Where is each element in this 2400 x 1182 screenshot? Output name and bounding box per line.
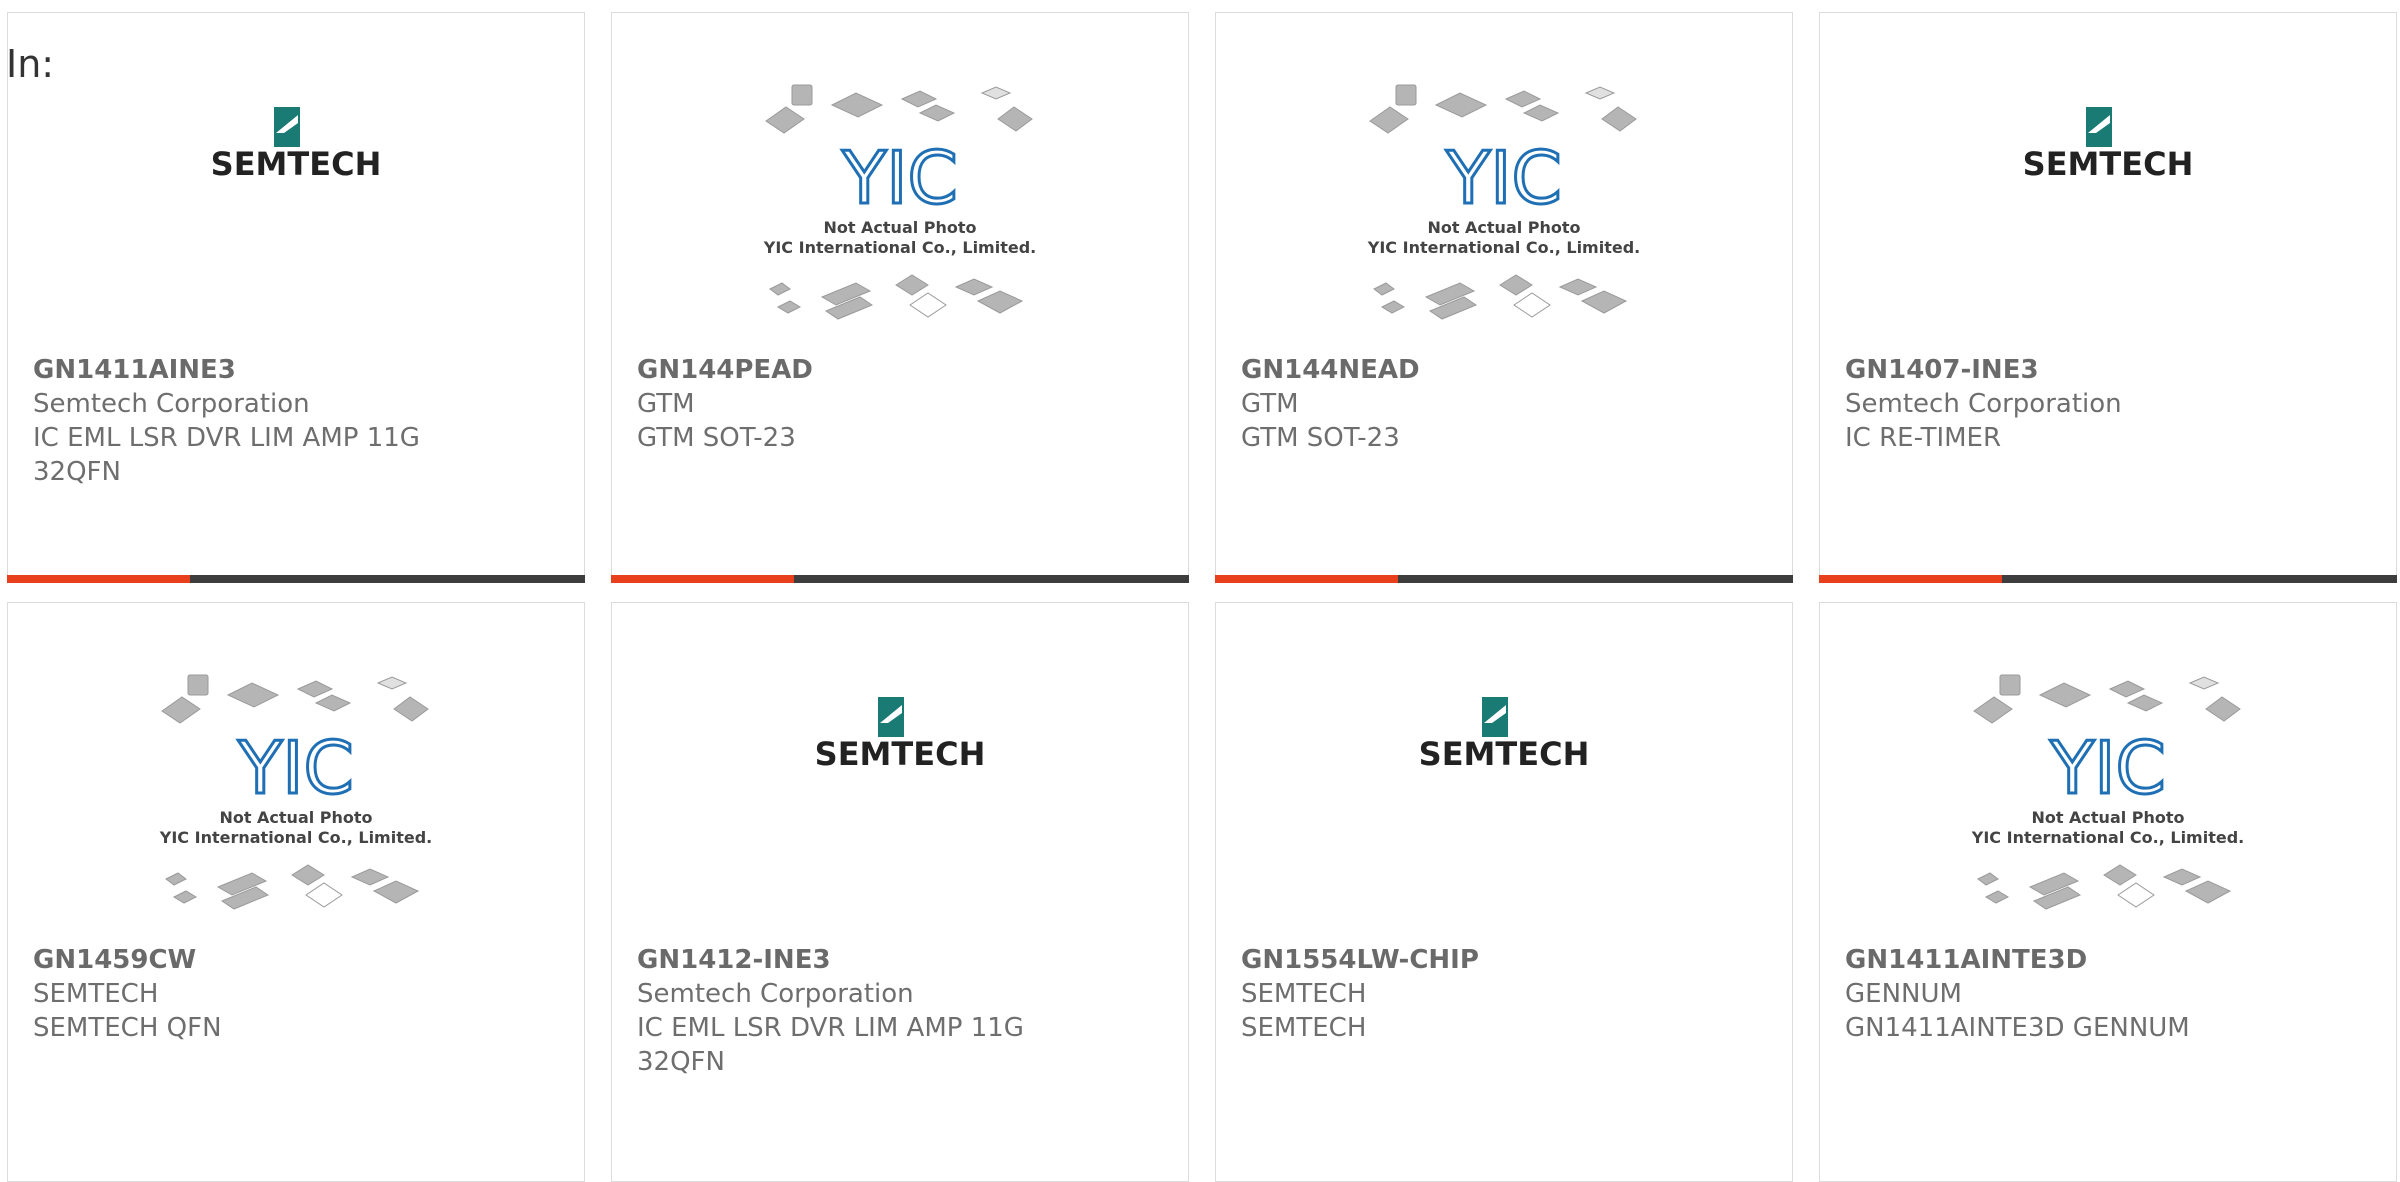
- semtech-logo-text: SEMTECH: [2023, 145, 2194, 183]
- product-image[interactable]: SEMTECH: [1216, 673, 1792, 943]
- card-bar-accent: [1215, 575, 1398, 583]
- part-number[interactable]: GN1411AINTE3D: [1845, 943, 2376, 977]
- yic-line1: Not Actual Photo: [2031, 808, 2184, 827]
- description: GN1411AINTE3D GENNUM: [1845, 1013, 2190, 1043]
- yic-mark-text: YIC: [237, 726, 354, 810]
- yic-placeholder-icon: YIC Not Actual Photo YIC International C…: [763, 84, 1036, 320]
- yic-line2: YIC International Co., Limited.: [763, 238, 1036, 257]
- card-bottom-bar: [7, 575, 585, 583]
- description: IC RE-TIMER: [1845, 423, 2002, 453]
- yic-line1: Not Actual Photo: [219, 808, 372, 827]
- product-info: GN1407-INE3 Semtech Corporation IC RE-TI…: [1845, 353, 2376, 455]
- semtech-logo-text: SEMTECH: [211, 145, 382, 183]
- manufacturer: GTM: [637, 389, 695, 419]
- yic-mark-text: YIC: [2049, 726, 2166, 810]
- product-image[interactable]: YIC Not Actual Photo YIC International C…: [1820, 673, 2396, 943]
- product-card[interactable]: YIC Not Actual Photo YIC International C…: [1215, 12, 1793, 583]
- product-card[interactable]: SEMTECH GN1554LW-CHIP SEMTECH SEMTECH: [1215, 602, 1793, 1182]
- product-image[interactable]: SEMTECH: [612, 673, 1188, 943]
- part-number[interactable]: GN1412-INE3: [637, 943, 1168, 977]
- semtech-logo-text: SEMTECH: [1419, 735, 1590, 773]
- product-info: GN144PEAD GTM GTM SOT-23: [637, 353, 1168, 455]
- card-bottom-bar: [611, 575, 1189, 583]
- product-card[interactable]: YIC Not Actual Photo YIC International C…: [611, 12, 1189, 583]
- description: SEMTECH QFN: [33, 1013, 222, 1043]
- manufacturer: Semtech Corporation: [637, 979, 914, 1009]
- part-number[interactable]: GN1554LW-CHIP: [1241, 943, 1772, 977]
- part-number[interactable]: GN1411AINE3: [33, 353, 564, 387]
- yic-line2: YIC International Co., Limited.: [1971, 828, 2244, 847]
- manufacturer: SEMTECH: [33, 979, 159, 1009]
- part-number[interactable]: GN1459CW: [33, 943, 564, 977]
- semtech-logo-icon: SEMTECH: [770, 673, 1030, 793]
- semtech-logo-icon: SEMTECH: [1374, 673, 1634, 793]
- semtech-logo-text: SEMTECH: [815, 735, 986, 773]
- filter-in-label: In:: [6, 42, 55, 86]
- yic-line1: Not Actual Photo: [823, 218, 976, 237]
- manufacturer: Semtech Corporation: [1845, 389, 2122, 419]
- yic-mark-text: YIC: [841, 136, 958, 220]
- part-number[interactable]: GN144PEAD: [637, 353, 1168, 387]
- description: GTM SOT-23: [1241, 423, 1400, 453]
- card-bar-accent: [7, 575, 190, 583]
- product-image[interactable]: YIC Not Actual Photo YIC International C…: [612, 83, 1188, 353]
- card-bar-accent: [611, 575, 794, 583]
- product-card[interactable]: SEMTECH GN1407-INE3 Semtech Corporation …: [1819, 12, 2397, 583]
- yic-placeholder-icon: YIC Not Actual Photo YIC International C…: [159, 674, 432, 910]
- yic-line2: YIC International Co., Limited.: [1367, 238, 1640, 257]
- product-info: GN1411AINE3 Semtech Corporation IC EML L…: [33, 353, 564, 489]
- part-number[interactable]: GN1407-INE3: [1845, 353, 2376, 387]
- card-bottom-bar: [1819, 575, 2397, 583]
- manufacturer: GTM: [1241, 389, 1299, 419]
- card-bar-accent: [1819, 575, 2002, 583]
- description: IC EML LSR DVR LIM AMP 11G 32QFN: [637, 1013, 1024, 1077]
- product-image[interactable]: YIC Not Actual Photo YIC International C…: [1216, 83, 1792, 353]
- description: SEMTECH: [1241, 1013, 1367, 1043]
- product-info: GN144NEAD GTM GTM SOT-23: [1241, 353, 1772, 455]
- product-image[interactable]: SEMTECH: [8, 83, 584, 353]
- yic-placeholder-icon: YIC Not Actual Photo YIC International C…: [1367, 84, 1640, 320]
- part-number[interactable]: GN144NEAD: [1241, 353, 1772, 387]
- product-info: GN1554LW-CHIP SEMTECH SEMTECH: [1241, 943, 1772, 1045]
- description: GTM SOT-23: [637, 423, 796, 453]
- product-card[interactable]: YIC Not Actual Photo YIC International C…: [7, 602, 585, 1182]
- product-image[interactable]: YIC Not Actual Photo YIC International C…: [8, 673, 584, 943]
- yic-line1: Not Actual Photo: [1427, 218, 1580, 237]
- product-card[interactable]: YIC Not Actual Photo YIC International C…: [1819, 602, 2397, 1182]
- product-card[interactable]: SEMTECH GN1412-INE3 Semtech Corporation …: [611, 602, 1189, 1182]
- product-image[interactable]: SEMTECH: [1820, 83, 2396, 353]
- manufacturer: SEMTECH: [1241, 979, 1367, 1009]
- manufacturer: Semtech Corporation: [33, 389, 310, 419]
- yic-line2: YIC International Co., Limited.: [159, 828, 432, 847]
- product-info: GN1459CW SEMTECH SEMTECH QFN: [33, 943, 564, 1045]
- semtech-logo-icon: SEMTECH: [1978, 83, 2238, 203]
- product-info: GN1411AINTE3D GENNUM GN1411AINTE3D GENNU…: [1845, 943, 2376, 1045]
- manufacturer: GENNUM: [1845, 979, 1962, 1009]
- product-card[interactable]: SEMTECH GN1411AINE3 Semtech Corporation …: [7, 12, 585, 583]
- yic-mark-text: YIC: [1445, 136, 1562, 220]
- semtech-logo-icon: SEMTECH: [166, 83, 426, 203]
- card-bottom-bar: [1215, 575, 1793, 583]
- yic-placeholder-icon: YIC Not Actual Photo YIC International C…: [1971, 674, 2244, 910]
- description: IC EML LSR DVR LIM AMP 11G 32QFN: [33, 423, 420, 487]
- product-info: GN1412-INE3 Semtech Corporation IC EML L…: [637, 943, 1168, 1079]
